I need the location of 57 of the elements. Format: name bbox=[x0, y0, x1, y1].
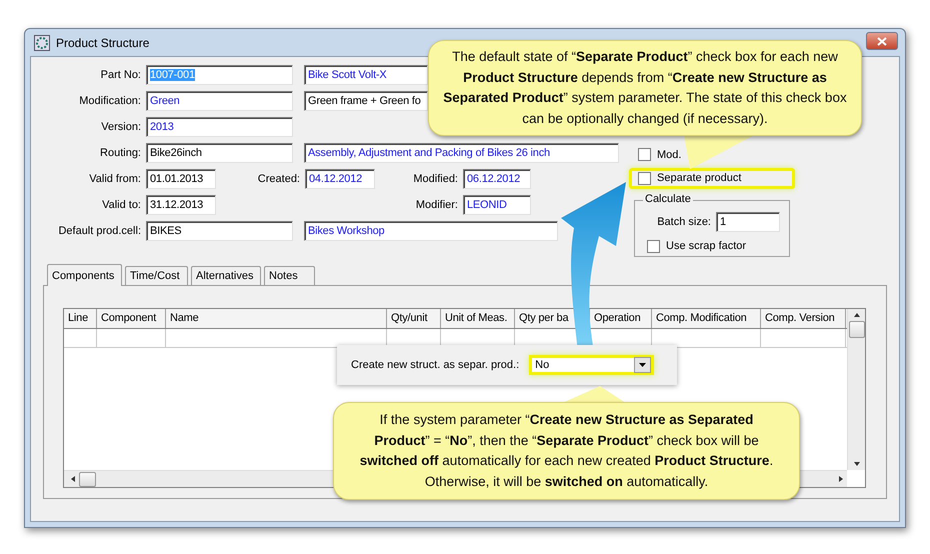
close-icon bbox=[877, 36, 887, 46]
tab[interactable]: Alternatives bbox=[191, 266, 261, 285]
close-button[interactable] bbox=[866, 32, 898, 50]
field-label: Part No: bbox=[100, 69, 141, 81]
checkbox-label: Use scrap factor bbox=[666, 240, 746, 252]
input-field[interactable]: 04.12.2012 bbox=[305, 169, 375, 189]
column-header[interactable]: Name bbox=[170, 312, 199, 325]
input-field[interactable]: 1 bbox=[716, 212, 780, 232]
input-field[interactable]: Assembly, Adjustment and Packing of Bikes 26 inch bbox=[304, 143, 619, 163]
field-label: Version: bbox=[100, 121, 141, 133]
dropdown[interactable]: No bbox=[529, 355, 654, 375]
input-field[interactable]: 06.12.2012 bbox=[463, 169, 531, 189]
group-title: Calculate bbox=[643, 193, 693, 205]
column-header[interactable]: Line bbox=[68, 312, 88, 325]
field-label: Default prod.cell: bbox=[57, 225, 141, 237]
column-header[interactable]: Operation bbox=[594, 312, 641, 325]
column-header[interactable]: Component bbox=[101, 312, 156, 325]
input-field[interactable]: 01.01.2013 bbox=[146, 169, 216, 189]
column-header[interactable]: Qty/unit bbox=[391, 312, 428, 325]
callout-text: If the system parameter “Create new Structure as Separated Product” = “No”, then the “Separate Product” check box will be switched off automatically for each new created Product Structure. Otherwise, it will be switched on automatically. bbox=[358, 411, 774, 491]
column-header[interactable]: Unit of Meas. bbox=[445, 312, 508, 325]
field-label: Valid from: bbox=[88, 173, 141, 185]
column-header[interactable]: Comp. Modification bbox=[656, 312, 747, 325]
app-icon bbox=[34, 34, 50, 50]
callout-text: The default state of “Separate Product” check box for each new Product Structure depends from “Create new Structure as Separated Product” system parameter. The state of this check box can be optionally changed (if necessary). bbox=[442, 48, 848, 128]
checkbox[interactable] bbox=[647, 240, 660, 252]
field-label: Modifier: bbox=[414, 199, 458, 211]
field-label: Valid to: bbox=[101, 199, 141, 211]
caret-icon bbox=[639, 363, 646, 367]
field-label: Created: bbox=[256, 173, 300, 185]
scroll-thumb[interactable] bbox=[848, 321, 864, 338]
field-label: Create new struct. as separ. prod.: bbox=[351, 359, 520, 371]
tab[interactable]: Notes bbox=[264, 266, 315, 285]
input-field[interactable]: Green frame + Green fo bbox=[304, 91, 428, 111]
column-header[interactable]: Qty per ba bbox=[519, 312, 568, 325]
column-header[interactable]: Comp. Version bbox=[765, 312, 835, 325]
input-field[interactable]: Bike26inch bbox=[146, 143, 293, 163]
field-label: Batch size: bbox=[656, 216, 711, 228]
tab[interactable]: Time/Cost bbox=[125, 266, 188, 285]
input-field[interactable]: BIKES bbox=[146, 221, 293, 241]
input-field[interactable]: Bike Scott Volt-X bbox=[304, 65, 428, 85]
scroll-thumb[interactable] bbox=[79, 472, 96, 486]
input-field[interactable]: LEONID bbox=[463, 195, 531, 215]
vertical-scrollbar[interactable] bbox=[847, 309, 865, 470]
input-field[interactable]: Bikes Workshop bbox=[304, 221, 558, 241]
checkbox-label: Separate product bbox=[657, 172, 742, 184]
input-field[interactable]: 31.12.2013 bbox=[146, 195, 216, 215]
field-label: Modified: bbox=[412, 173, 458, 185]
input-field[interactable]: 2013 bbox=[146, 117, 293, 137]
window-title: Product Structure bbox=[56, 36, 150, 50]
checkbox-label: Mod. bbox=[657, 148, 682, 161]
field-label: Modification: bbox=[78, 95, 141, 107]
field-label: Routing: bbox=[99, 147, 141, 159]
input-field[interactable]: Green bbox=[146, 91, 293, 111]
checkbox[interactable] bbox=[638, 172, 651, 185]
tab[interactable]: Components bbox=[47, 264, 122, 286]
checkbox[interactable] bbox=[638, 148, 651, 162]
